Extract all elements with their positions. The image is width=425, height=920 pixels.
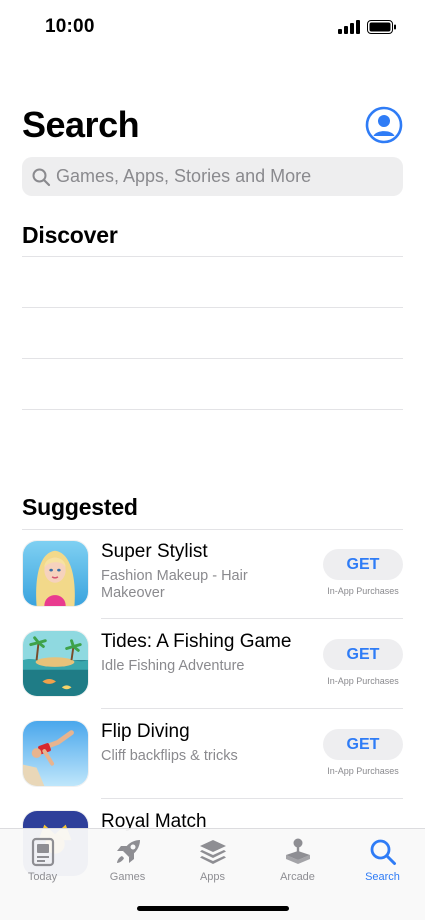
suggested-heading: Suggested <box>22 494 138 520</box>
search-icon <box>32 168 51 186</box>
app-name: Tides: A Fishing Game <box>101 631 292 652</box>
tab-label: Search <box>365 871 400 883</box>
in-app-purchases-note: In-App Purchases <box>327 676 399 686</box>
tab-apps[interactable]: Apps <box>170 835 255 895</box>
battery-icon <box>367 20 396 34</box>
home-indicator <box>137 906 289 911</box>
tab-label: Today <box>27 871 58 883</box>
app-subtitle: Cliff backflips & tricks <box>101 748 238 764</box>
tab-label: Arcade <box>280 871 315 883</box>
search-icon <box>370 839 396 865</box>
tab-games[interactable]: Games <box>85 835 170 895</box>
cellular-signal-icon <box>338 20 360 34</box>
apps-stack-icon <box>199 840 226 864</box>
page-title: Search <box>22 104 140 145</box>
super-stylist-app-icon <box>22 540 89 607</box>
divider <box>22 307 403 308</box>
in-app-purchases-note: In-App Purchases <box>327 586 399 596</box>
rocket-icon <box>116 840 140 863</box>
app-name: Super Stylist <box>101 541 208 562</box>
discover-heading: Discover <box>22 222 118 248</box>
divider <box>22 256 403 257</box>
search-bar[interactable] <box>22 157 403 196</box>
app-list-item-tides[interactable]: Tides: A Fishing Game Idle Fishing Adven… <box>22 619 403 709</box>
app-list-item-super-stylist[interactable]: Super Stylist Fashion Makeup - Hair Make… <box>22 529 403 619</box>
joystick-icon <box>285 838 310 864</box>
today-icon <box>31 837 54 867</box>
account-profile-icon[interactable] <box>365 106 403 144</box>
tab-today[interactable]: Today <box>0 835 85 895</box>
in-app-purchases-note: In-App Purchases <box>327 766 399 776</box>
status-bar: 10:00 <box>0 0 425 56</box>
tab-search[interactable]: Search <box>340 835 425 895</box>
search-input[interactable] <box>56 166 403 187</box>
app-subtitle: Fashion Makeup - Hair Makeover <box>101 568 248 601</box>
tab-arcade[interactable]: Arcade <box>255 835 340 895</box>
status-time: 10:00 <box>45 16 95 37</box>
app-name: Flip Diving <box>101 721 190 742</box>
get-button[interactable]: GET <box>323 549 403 580</box>
flip-diving-app-icon <box>22 720 89 787</box>
divider <box>22 358 403 359</box>
divider <box>22 409 403 410</box>
app-subtitle: Idle Fishing Adventure <box>101 658 245 674</box>
get-button[interactable]: GET <box>323 729 403 760</box>
tab-label: Games <box>109 871 146 883</box>
get-button[interactable]: GET <box>323 639 403 670</box>
tides-app-icon <box>22 630 89 697</box>
tab-label: Apps <box>199 871 226 883</box>
app-list-item-flip-diving[interactable]: Flip Diving Cliff backflips & tricks GET… <box>22 709 403 799</box>
